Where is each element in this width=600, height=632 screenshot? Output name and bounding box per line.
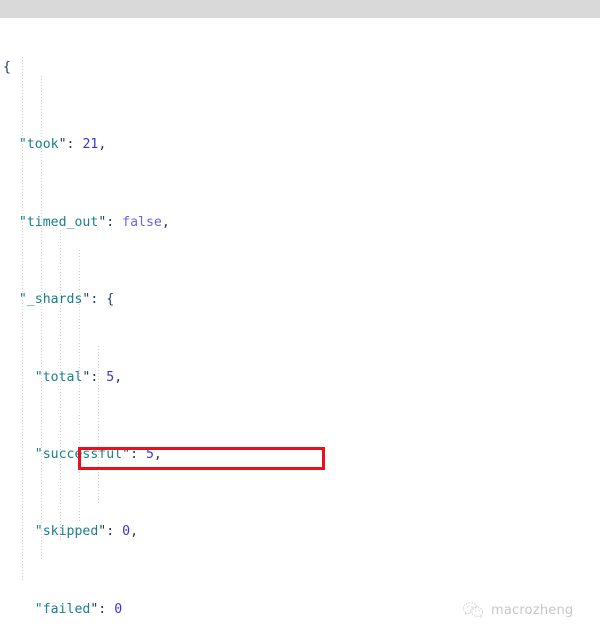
key-shards-total: total [42,369,83,385]
code-line-timed-out: "timed_out": false, [0,213,600,232]
key-shards-total-quote-open: " [34,369,43,385]
key-shards-skipped-quote-open: " [34,524,43,540]
json-response-viewer: { "took": 21, "timed_out": false, "_shar… [0,0,600,632]
key-shards-total-sep: ": [82,369,107,385]
value-shards-skipped: 0 [122,524,131,540]
key-shards-successful-sep: ": [122,446,146,462]
json-code-block[interactable]: { "took": 21, "timed_out": false, "_shar… [0,0,600,632]
key-took: took [26,137,59,153]
comma-took: , [98,137,107,153]
key-took-sep: ": [58,137,83,153]
code-line-shards-successful: "successful": 5, [0,445,600,464]
root-open-brace: { [3,60,11,76]
key-timed-out: timed_out [26,214,99,230]
code-line: { [0,58,600,77]
comma-shards-skipped: , [130,524,139,540]
key-shards-sep: ": { [82,292,115,308]
key-shards-skipped-sep: ": [98,524,123,540]
value-shards-failed: 0 [114,601,123,617]
code-line-took: "took": 21, [0,135,600,154]
key-shards-quote-open: " [18,292,27,308]
key-shards-failed: failed [42,601,91,617]
key-shards-successful: successful [42,446,123,462]
value-timed-out: false [122,214,162,230]
watermark: macrozheng [462,601,573,620]
key-shards-skipped: skipped [42,524,99,540]
comma-timed-out: , [161,214,170,230]
comma-shards-total: , [114,369,123,385]
code-line-shards-skipped: "skipped": 0, [0,522,600,541]
comma-shards-successful: , [153,446,162,462]
key-timed-out-sep: ": [98,214,123,230]
key-shards-failed-quote-open: " [34,601,43,617]
key-shards: _shards [26,292,83,308]
key-shards-failed-sep: ": [90,601,115,617]
key-shards-successful-quote-open: " [34,446,43,462]
value-shards-successful: 5 [145,446,154,462]
value-shards-total: 5 [106,369,115,385]
key-took-quote-open: " [18,137,27,153]
value-took: 21 [82,137,99,153]
watermark-text: macrozheng [491,603,574,618]
code-line-shards-open: "_shards": { [0,290,600,309]
wechat-icon [462,601,484,620]
code-line-shards-total: "total": 5, [0,368,600,387]
key-timed-out-quote-open: " [18,214,27,230]
